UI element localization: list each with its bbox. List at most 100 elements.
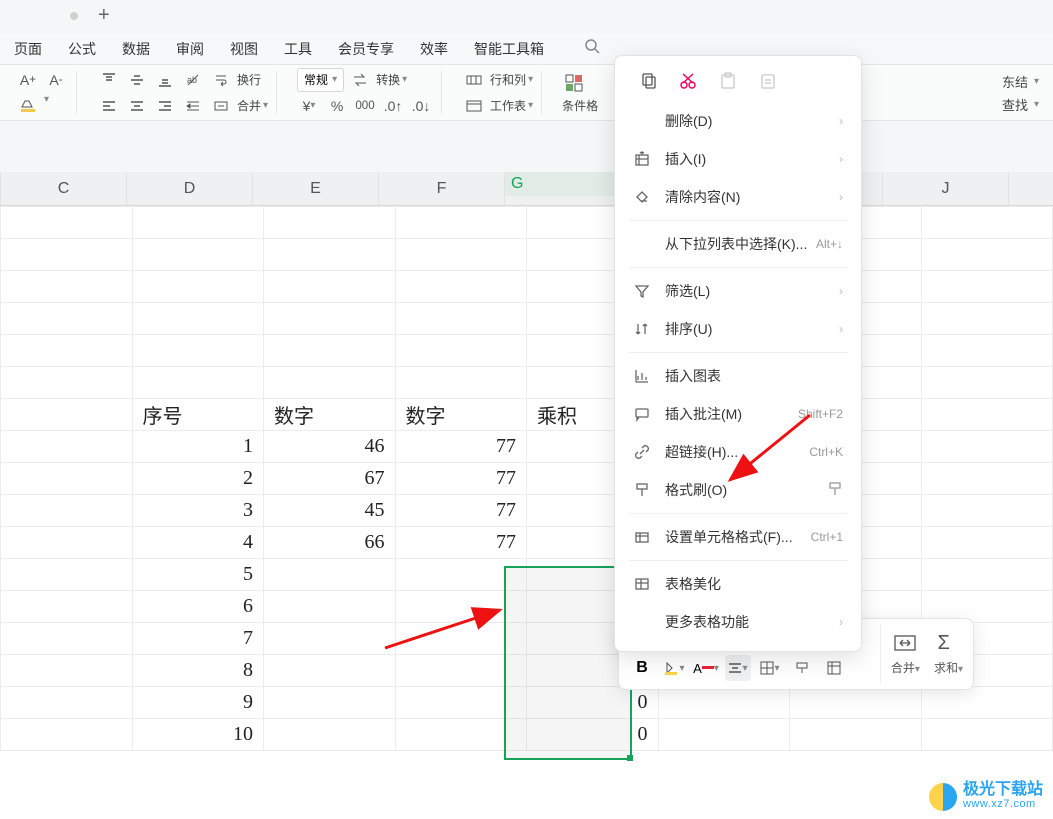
gear-icon: [633, 528, 651, 546]
blank-icon: [633, 613, 651, 631]
fill-color-button[interactable]: [16, 94, 40, 118]
new-tab-button[interactable]: +: [98, 4, 110, 27]
copy-icon[interactable]: [637, 70, 659, 92]
align-top-button[interactable]: [97, 68, 121, 92]
col-j[interactable]: J: [883, 172, 1009, 205]
ctx-item-5[interactable]: 排序(U) ›: [615, 310, 861, 348]
ctx-item-7[interactable]: 插入批注(M)Shift+F2: [615, 395, 861, 433]
menu-member[interactable]: 会员专享: [338, 39, 394, 59]
increase-font-button[interactable]: A+: [16, 68, 40, 92]
merge-label[interactable]: 合并 ▾: [237, 94, 268, 118]
ctx-item-label: 插入批注(M): [665, 404, 742, 424]
cut-icon[interactable]: [677, 70, 699, 92]
convert-button[interactable]: [348, 68, 372, 92]
conditional-format-label[interactable]: 条件格: [562, 97, 598, 114]
align-middle-button[interactable]: [125, 68, 149, 92]
currency-button[interactable]: ¥ ▾: [297, 94, 321, 118]
ctx-item-label: 排序(U): [665, 319, 712, 339]
ctx-item-8[interactable]: 超链接(H)...Ctrl+K: [615, 433, 861, 471]
ctx-item-3[interactable]: 从下拉列表中选择(K)...Alt+↓: [615, 225, 861, 263]
ctx-item-2[interactable]: 清除内容(N)›: [615, 178, 861, 216]
link-icon: [633, 443, 651, 461]
align-center-button[interactable]: [125, 94, 149, 118]
h-seq[interactable]: 序号: [132, 399, 264, 431]
ctx-item-label: 插入图表: [665, 366, 721, 386]
borders-mini-button[interactable]: ▾: [757, 655, 783, 681]
orientation-button[interactable]: ab: [181, 68, 205, 92]
ctx-item-0[interactable]: 删除(D)›: [615, 102, 861, 140]
indent-decrease-button[interactable]: [181, 94, 205, 118]
merge-cells-button[interactable]: [209, 94, 233, 118]
chevron-right-icon: ›: [839, 322, 843, 336]
align-right-button[interactable]: [153, 94, 177, 118]
decrease-font-button[interactable]: A-: [44, 68, 68, 92]
menu-tools[interactable]: 工具: [284, 39, 312, 59]
format-painter-mini-button[interactable]: [789, 655, 815, 681]
ctx-item-label: 设置单元格格式(F)...: [665, 527, 793, 547]
menu-bar: 页面 公式 数据 审阅 视图 工具 会员专享 效率 智能工具箱: [0, 33, 1053, 65]
menu-page[interactable]: 页面: [14, 39, 42, 59]
format-painter-extra-icon: [827, 481, 843, 500]
paste-special-icon[interactable]: [757, 70, 779, 92]
blank-icon: [633, 235, 651, 253]
format-table-mini-button[interactable]: [821, 655, 847, 681]
merge-dropdown[interactable]: 合并▾: [891, 633, 920, 676]
comment-icon: [633, 405, 651, 423]
menu-view[interactable]: 视图: [230, 39, 258, 59]
percent-button[interactable]: %: [325, 94, 349, 118]
h-num2[interactable]: 数字: [395, 399, 527, 431]
paste-icon[interactable]: [717, 70, 739, 92]
ctx-item-9[interactable]: 格式刷(O): [615, 471, 861, 509]
worksheet-label[interactable]: 工作表 ▾: [490, 94, 533, 118]
ribbon-toolbar: A+ A- ▾ ab 换行: [0, 65, 1053, 121]
ctx-item-12[interactable]: 更多表格功能›: [615, 603, 861, 641]
search-icon[interactable]: [584, 38, 600, 59]
wrap-text-button[interactable]: [209, 68, 233, 92]
col-f[interactable]: F: [379, 172, 505, 205]
ctx-item-4[interactable]: 筛选(L)›: [615, 272, 861, 310]
align-center-mini-button[interactable]: ▾: [725, 655, 751, 681]
menu-review[interactable]: 审阅: [176, 39, 204, 59]
wrap-label[interactable]: 换行: [237, 68, 261, 92]
ctx-item-1[interactable]: 插入(I)›: [615, 140, 861, 178]
watermark-logo-icon: [929, 783, 957, 811]
ctx-item-label: 从下拉列表中选择(K)...: [665, 234, 807, 254]
align-left-button[interactable]: [97, 94, 121, 118]
ctx-item-label: 表格美化: [665, 574, 721, 594]
col-g-selected[interactable]: G: [505, 172, 631, 196]
h-num1[interactable]: 数字: [264, 399, 396, 431]
menu-smart-toolbox[interactable]: 智能工具箱: [474, 39, 544, 59]
row-col-icon[interactable]: [462, 68, 486, 92]
col-e[interactable]: E: [253, 172, 379, 205]
bold-button[interactable]: B: [629, 655, 655, 681]
convert-label[interactable]: 转换 ▾: [376, 68, 407, 92]
insert-icon: [633, 150, 651, 168]
column-headers[interactable]: C D E F G H I J: [0, 172, 1053, 206]
conditional-format-icon[interactable]: [562, 71, 586, 95]
find-button[interactable]: 查找 ▾: [1002, 95, 1039, 114]
autosum-dropdown[interactable]: Σ 求和▾: [934, 633, 963, 676]
fill-color-mini-button[interactable]: ▾: [661, 655, 687, 681]
increase-decimal-button[interactable]: .0↑: [381, 94, 405, 118]
filter-icon: [633, 282, 651, 300]
decrease-decimal-button[interactable]: .0↓: [409, 94, 433, 118]
ctx-item-10[interactable]: 设置单元格格式(F)...Ctrl+1: [615, 518, 861, 556]
chevron-right-icon: ›: [839, 190, 843, 204]
menu-efficiency[interactable]: 效率: [420, 39, 448, 59]
thousands-button[interactable]: 000: [353, 94, 377, 118]
fill-handle[interactable]: [627, 755, 633, 761]
worksheet-icon[interactable]: [462, 94, 486, 118]
table-icon: [633, 575, 651, 593]
menu-data[interactable]: 数据: [122, 39, 150, 59]
row-col-label[interactable]: 行和列 ▾: [490, 68, 533, 92]
font-color-mini-button[interactable]: A▾: [693, 655, 719, 681]
menu-formula[interactable]: 公式: [68, 39, 96, 59]
align-bottom-button[interactable]: [153, 68, 177, 92]
watermark-title: 极光下载站: [963, 783, 1043, 797]
number-format-select[interactable]: 常规▾: [297, 68, 344, 92]
col-d[interactable]: D: [127, 172, 253, 205]
col-c[interactable]: C: [1, 172, 127, 205]
ctx-item-6[interactable]: 插入图表: [615, 357, 861, 395]
freeze-panes-button[interactable]: 东结 ▾: [1002, 72, 1039, 91]
ctx-item-11[interactable]: 表格美化: [615, 565, 861, 603]
